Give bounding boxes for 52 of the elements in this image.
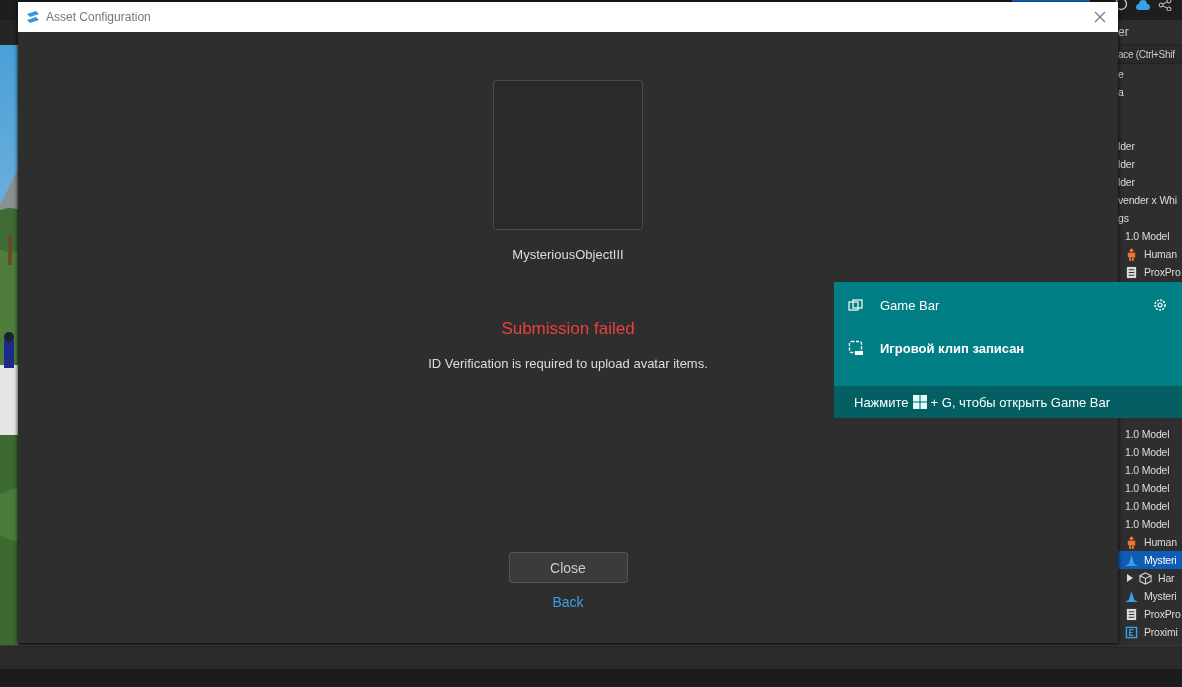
tree-item[interactable]: Proximi xyxy=(1118,623,1182,641)
tree-item[interactable]: e xyxy=(1118,65,1182,83)
panel-title: er xyxy=(1118,24,1130,41)
tree-item[interactable]: 1.0 Model xyxy=(1118,443,1182,461)
tree-item[interactable]: a xyxy=(1118,83,1182,101)
expand-caret-icon[interactable] xyxy=(1127,574,1133,582)
widgets-icon xyxy=(848,297,864,313)
hint-text: Нажмите xyxy=(854,394,909,410)
share-icon[interactable] xyxy=(1158,0,1172,11)
cube-icon xyxy=(1139,571,1152,585)
tree-item[interactable]: lder xyxy=(1118,155,1182,173)
tree-item[interactable]: 1.0 Model xyxy=(1118,227,1182,245)
tree-item[interactable]: 1.0 Model xyxy=(1118,425,1182,443)
tree-item[interactable]: ProxPro xyxy=(1118,605,1182,623)
script-icon xyxy=(1125,607,1138,621)
error-message: ID Verification is required to upload avatar items. xyxy=(428,356,708,371)
wizard-hat-icon xyxy=(1125,589,1138,603)
help-icon[interactable] xyxy=(1114,0,1128,11)
app-logo-icon xyxy=(26,10,40,24)
tree-item[interactable]: 1.0 Model xyxy=(1118,479,1182,497)
cloud-icon[interactable] xyxy=(1136,0,1150,11)
tree-item[interactable]: lder xyxy=(1118,173,1182,191)
wizard-hat-icon xyxy=(1125,553,1138,567)
tree-item[interactable]: vender x Whi xyxy=(1118,191,1182,209)
toast-message: Игровой клип записан xyxy=(880,340,1025,356)
windows-key-icon xyxy=(912,395,927,409)
prompt-icon xyxy=(1125,625,1138,639)
window-title: Asset Configuration xyxy=(46,10,152,24)
capture-icon xyxy=(848,340,864,356)
tree-item[interactable]: 1.0 Model xyxy=(1118,497,1182,515)
humanoid-icon xyxy=(1125,535,1138,549)
tree-item[interactable]: 1.0 Model xyxy=(1118,461,1182,479)
toast-title: Game Bar xyxy=(880,297,941,313)
tree-item[interactable]: 1.0 Model xyxy=(1118,515,1182,533)
humanoid-icon xyxy=(1125,247,1138,261)
hint-text: + G, чтобы открыть Game Bar xyxy=(930,394,1111,410)
tree-item[interactable]: ProxPro xyxy=(1118,263,1182,281)
error-title: Submission failed xyxy=(501,319,635,339)
back-link[interactable]: Back xyxy=(552,594,584,610)
settings-icon[interactable] xyxy=(1152,297,1168,313)
tree-item[interactable]: Har xyxy=(1118,569,1182,587)
tree-item[interactable]: lder xyxy=(1118,137,1182,155)
close-button[interactable]: Close xyxy=(508,552,628,583)
close-icon[interactable] xyxy=(1094,11,1106,23)
asset-name: MysteriousObjectIII xyxy=(512,247,624,262)
tree-item[interactable]: Human xyxy=(1118,533,1182,551)
script-icon xyxy=(1125,265,1138,279)
tree-item[interactable]: Mysteri xyxy=(1118,551,1182,569)
tree-item[interactable]: Human xyxy=(1118,245,1182,263)
search-field[interactable]: ace (Ctrl+Shif xyxy=(1118,44,1182,64)
tree-item[interactable]: gs xyxy=(1118,209,1182,227)
tree-item[interactable]: Mysteri xyxy=(1118,587,1182,605)
